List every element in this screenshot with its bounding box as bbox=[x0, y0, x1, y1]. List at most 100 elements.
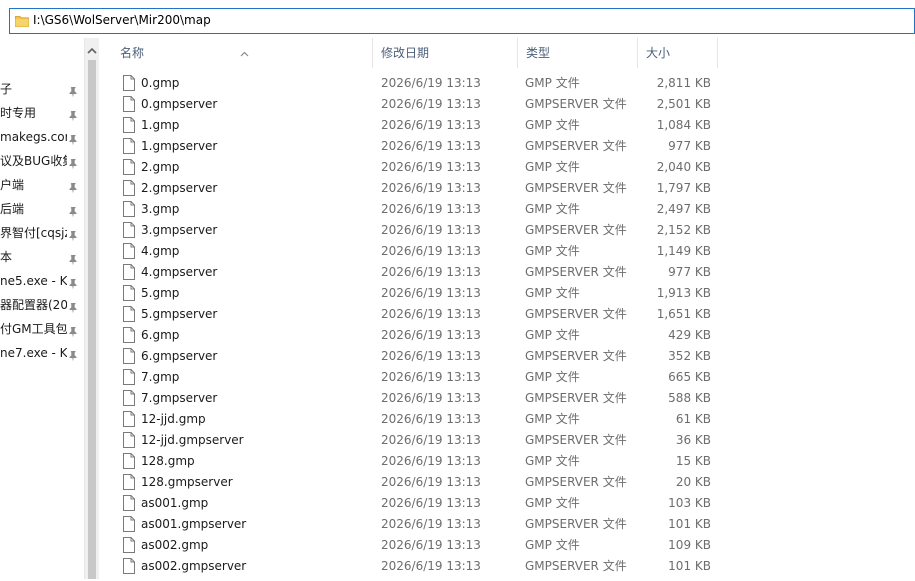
file-modified-date: 2026/6/19 13:13 bbox=[381, 328, 481, 342]
file-row[interactable]: 12-jjd.gmp 2026/6/19 13:13 GMP 文件 61 KB bbox=[112, 409, 722, 430]
file-name: 2.gmpserver bbox=[141, 181, 218, 195]
nav-item[interactable]: 付GM工具包 bbox=[0, 318, 84, 340]
column-type-header[interactable]: 类型 bbox=[518, 38, 638, 68]
file-row[interactable]: 5.gmp 2026/6/19 13:13 GMP 文件 1,913 KB bbox=[112, 283, 722, 304]
file-size: 2,811 KB bbox=[656, 76, 711, 90]
file-icon bbox=[123, 495, 135, 511]
column-size-header[interactable]: 大小 bbox=[638, 38, 718, 68]
column-header: 名称 修改日期 类型 大小 bbox=[112, 38, 915, 70]
address-path[interactable]: I:\GS6\WolServer\Mir200\map bbox=[33, 13, 211, 27]
file-type: GMPSERVER 文件 bbox=[525, 97, 627, 111]
file-row[interactable]: 2.gmp 2026/6/19 13:13 GMP 文件 2,040 KB bbox=[112, 157, 722, 178]
file-modified-date: 2026/6/19 13:13 bbox=[381, 139, 481, 153]
file-modified-date: 2026/6/19 13:13 bbox=[381, 433, 481, 447]
column-type-label: 类型 bbox=[526, 46, 551, 60]
navigation-pane: 子时专用 makegs.cor 议及BUG收集 户端后端界智付[cqsjz 本 ne5.e… bbox=[0, 38, 84, 579]
pin-icon bbox=[68, 203, 79, 218]
nav-item-label: 户端 bbox=[0, 178, 25, 192]
file-row[interactable]: 128.gmp 2026/6/19 13:13 GMP 文件 15 KB bbox=[112, 451, 722, 472]
file-row[interactable]: 3.gmpserver 2026/6/19 13:13 GMPSERVER 文件 2,… bbox=[112, 220, 722, 241]
file-icon bbox=[123, 411, 135, 427]
file-row[interactable]: 4.gmpserver 2026/6/19 13:13 GMPSERVER 文件 97… bbox=[112, 262, 722, 283]
file-name: 1.gmpserver bbox=[141, 139, 218, 153]
file-row[interactable]: 5.gmpserver 2026/6/19 13:13 GMPSERVER 文件 1,… bbox=[112, 304, 722, 325]
scrollbar-thumb[interactable] bbox=[88, 60, 96, 579]
file-type: GMP 文件 bbox=[525, 370, 580, 384]
file-modified-date: 2026/6/19 13:13 bbox=[381, 202, 481, 216]
file-row[interactable]: as001.gmp 2026/6/19 13:13 GMP 文件 103 KB bbox=[112, 493, 722, 514]
file-row[interactable]: 12-jjd.gmpserver 2026/6/19 13:13 GMPSERVER… bbox=[112, 430, 722, 451]
file-icon bbox=[123, 138, 135, 154]
file-modified-date: 2026/6/19 13:13 bbox=[381, 97, 481, 111]
nav-item[interactable]: 时专用 bbox=[0, 102, 84, 124]
nav-item[interactable]: 界智付[cqsjz bbox=[0, 222, 84, 244]
file-type: GMPSERVER 文件 bbox=[525, 559, 627, 573]
scroll-up-arrow-icon[interactable] bbox=[87, 43, 97, 54]
file-modified-date: 2026/6/19 13:13 bbox=[381, 517, 481, 531]
nav-item[interactable]: 器配置器(202 bbox=[0, 294, 84, 316]
nav-item[interactable]: 议及BUG收集 bbox=[0, 150, 84, 172]
file-row[interactable]: 0.gmpserver 2026/6/19 13:13 GMPSERVER 文件 2,… bbox=[112, 94, 722, 115]
file-row[interactable]: 7.gmp 2026/6/19 13:13 GMP 文件 665 KB bbox=[112, 367, 722, 388]
file-name: 1.gmp bbox=[141, 118, 180, 132]
file-size: 665 KB bbox=[668, 370, 711, 384]
nav-item-label: 议及BUG收集 bbox=[0, 154, 67, 168]
file-type: GMP 文件 bbox=[525, 328, 580, 342]
file-name: 12-jjd.gmp bbox=[141, 412, 206, 426]
file-row[interactable]: as002.gmp 2026/6/19 13:13 GMP 文件 109 KB bbox=[112, 535, 722, 556]
nav-item[interactable]: ne7.exe - Ke bbox=[0, 342, 84, 364]
file-row[interactable]: 1.gmpserver 2026/6/19 13:13 GMPSERVER 文件 97… bbox=[112, 136, 722, 157]
file-row[interactable]: 2.gmpserver 2026/6/19 13:13 GMPSERVER 文件 1,… bbox=[112, 178, 722, 199]
nav-item-label: 界智付[cqsjz bbox=[0, 226, 67, 240]
file-size: 588 KB bbox=[668, 391, 711, 405]
file-row[interactable]: as001.gmpserver 2026/6/19 13:13 GMPSERVER … bbox=[112, 514, 722, 535]
file-type: GMPSERVER 文件 bbox=[525, 181, 627, 195]
nav-item[interactable]: 子 bbox=[0, 78, 84, 100]
pin-icon bbox=[68, 155, 79, 170]
file-row[interactable]: 7.gmpserver 2026/6/19 13:13 GMPSERVER 文件 58… bbox=[112, 388, 722, 409]
file-type: GMPSERVER 文件 bbox=[525, 307, 627, 321]
file-icon bbox=[123, 96, 135, 112]
navigation-scrollbar[interactable] bbox=[84, 38, 99, 579]
file-name: 4.gmpserver bbox=[141, 265, 218, 279]
file-row[interactable]: as002.gmpserver 2026/6/19 13:13 GMPSERVER … bbox=[112, 556, 722, 577]
file-size: 15 KB bbox=[675, 454, 711, 468]
column-date-label: 修改日期 bbox=[381, 46, 430, 60]
address-bar[interactable]: I:\GS6\WolServer\Mir200\map bbox=[9, 8, 915, 34]
file-modified-date: 2026/6/19 13:13 bbox=[381, 391, 481, 405]
column-name-header[interactable]: 名称 bbox=[112, 38, 373, 68]
file-row[interactable]: 3.gmp 2026/6/19 13:13 GMP 文件 2,497 KB bbox=[112, 199, 722, 220]
file-size: 977 KB bbox=[668, 139, 711, 153]
file-icon bbox=[123, 159, 135, 175]
file-name: 4.gmp bbox=[141, 244, 180, 258]
file-size: 1,084 KB bbox=[656, 118, 711, 132]
file-type: GMP 文件 bbox=[525, 118, 580, 132]
file-type: GMP 文件 bbox=[525, 244, 580, 258]
file-type: GMPSERVER 文件 bbox=[525, 475, 627, 489]
nav-item[interactable]: ne5.exe - Ke bbox=[0, 270, 84, 292]
file-row[interactable]: 4.gmp 2026/6/19 13:13 GMP 文件 1,149 KB bbox=[112, 241, 722, 262]
file-row[interactable]: 0.gmp 2026/6/19 13:13 GMP 文件 2,811 KB bbox=[112, 73, 722, 94]
nav-item-label: 后端 bbox=[0, 202, 25, 216]
file-size: 20 KB bbox=[675, 475, 711, 489]
file-size: 352 KB bbox=[668, 349, 711, 363]
file-size: 109 KB bbox=[668, 538, 711, 552]
nav-item[interactable]: makegs.cor bbox=[0, 126, 84, 148]
nav-item[interactable]: 本 bbox=[0, 246, 84, 268]
sort-up-icon bbox=[240, 38, 249, 57]
file-row[interactable]: 128.gmpserver 2026/6/19 13:13 GMPSERVER 文件… bbox=[112, 472, 722, 493]
file-name: 0.gmp bbox=[141, 76, 180, 90]
file-icon bbox=[123, 285, 135, 301]
file-icon bbox=[123, 537, 135, 553]
file-row[interactable]: 6.gmp 2026/6/19 13:13 GMP 文件 429 KB bbox=[112, 325, 722, 346]
file-row[interactable]: 1.gmp 2026/6/19 13:13 GMP 文件 1,084 KB bbox=[112, 115, 722, 136]
file-icon bbox=[123, 117, 135, 133]
file-modified-date: 2026/6/19 13:13 bbox=[381, 118, 481, 132]
nav-item[interactable]: 后端 bbox=[0, 198, 84, 220]
file-name: as001.gmp bbox=[141, 496, 209, 510]
file-icon bbox=[123, 201, 135, 217]
column-date-header[interactable]: 修改日期 bbox=[373, 38, 518, 68]
nav-item[interactable]: 户端 bbox=[0, 174, 84, 196]
file-row[interactable]: 6.gmpserver 2026/6/19 13:13 GMPSERVER 文件 35… bbox=[112, 346, 722, 367]
file-size: 2,501 KB bbox=[656, 97, 711, 111]
